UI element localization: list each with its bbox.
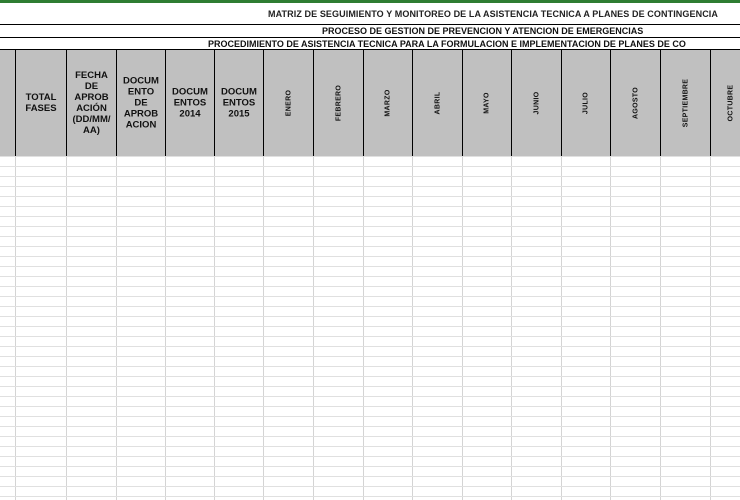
grid-row-line [0, 386, 740, 387]
header-label: JULIO [582, 91, 590, 115]
grid-row-line [0, 366, 740, 367]
procedure-subtitle: PROCEDIMIENTO DE ASISTENCIA TECNICA PARA… [208, 39, 686, 49]
header-cell[interactable]: AGOSTO [610, 50, 660, 156]
grid-row-line [0, 156, 740, 157]
header-cell[interactable]: MAYO [462, 50, 511, 156]
grid-column-line [214, 156, 215, 500]
header-cell[interactable]: TOTAL FASES [15, 50, 66, 156]
grid-column-line [363, 156, 364, 500]
grid-row-line [0, 206, 740, 207]
grid-column-line [165, 156, 166, 500]
grid-row-line [0, 416, 740, 417]
header-label: TOTAL FASES [25, 92, 57, 114]
header-label: FECHA DE APROB ACIÓN (DD/MM/ AA) [72, 70, 111, 136]
grid-row-line [0, 266, 740, 267]
grid-column-line [313, 156, 314, 500]
grid-row-line [0, 396, 740, 397]
grid-column-line [15, 156, 16, 500]
header-cell[interactable]: DOCUM ENTO DE APROB ACION [116, 50, 165, 156]
grid-column-line [660, 156, 661, 500]
grid-row-line [0, 196, 740, 197]
grid-row-line [0, 406, 740, 407]
grid-row-line [0, 246, 740, 247]
grid-column-line [511, 156, 512, 500]
grid-row-line [0, 496, 740, 497]
header-label: DOCUM ENTO DE APROB ACION [123, 75, 159, 131]
grid-row-line [0, 216, 740, 217]
grid-row-line [0, 426, 740, 427]
grid-column-line [462, 156, 463, 500]
grid-row-line [0, 436, 740, 437]
data-grid[interactable] [0, 156, 740, 500]
grid-row-line [0, 356, 740, 357]
grid-row-line [0, 456, 740, 457]
header-cell[interactable]: MARZO [363, 50, 412, 156]
header-label: DOCUM ENTOS 2015 [221, 86, 257, 120]
grid-column-line [561, 156, 562, 500]
header-cell[interactable]: FEBRERO [313, 50, 363, 156]
grid-row-line [0, 286, 740, 287]
header-cell[interactable]: ENERO [263, 50, 313, 156]
column-header-row: TOTAL FASES FECHA DE APROB ACIÓN (DD/MM/ … [0, 49, 740, 157]
grid-row-line [0, 236, 740, 237]
grid-row-line [0, 226, 740, 227]
grid-row-line [0, 466, 740, 467]
grid-row-line [0, 306, 740, 307]
header-label: DOCUM ENTOS 2014 [172, 86, 208, 120]
header-label: AGOSTO [632, 86, 639, 120]
header-label: OCTUBRE [727, 84, 734, 122]
grid-column-line [263, 156, 264, 500]
header-label: MAYO [483, 92, 491, 114]
grid-row-line [0, 276, 740, 277]
grid-row-line [0, 346, 740, 347]
grid-row-line [0, 186, 740, 187]
grid-column-line [610, 156, 611, 500]
header-cell[interactable]: ABRIL [412, 50, 462, 156]
header-cell[interactable]: DOCUM ENTOS 2015 [214, 50, 263, 156]
header-cell[interactable]: FECHA DE APROB ACIÓN (DD/MM/ AA) [66, 50, 116, 156]
grid-row-line [0, 486, 740, 487]
grid-row-line [0, 176, 740, 177]
header-label: FEBRERO [335, 84, 342, 122]
grid-row-line [0, 316, 740, 317]
header-label: MARZO [384, 89, 392, 117]
grid-column-line [412, 156, 413, 500]
grid-row-line [0, 336, 740, 337]
grid-column-line [710, 156, 711, 500]
header-label: ABRIL [434, 91, 441, 115]
grid-column-line [116, 156, 117, 500]
header-label: JUNIO [533, 91, 540, 115]
header-cell[interactable]: SEPTIEMBRE [660, 50, 710, 156]
grid-row-line [0, 326, 740, 327]
header-cell[interactable]: JULIO [561, 50, 610, 156]
grid-row-line [0, 376, 740, 377]
header-label: SEPTIEMBRE [682, 78, 689, 128]
grid-row-line [0, 296, 740, 297]
grid-column-line [66, 156, 67, 500]
grid-row-line [0, 256, 740, 257]
grid-row-line [0, 476, 740, 477]
header-cell[interactable] [0, 50, 15, 156]
process-subtitle: PROCESO DE GESTION DE PREVENCION Y ATENC… [322, 26, 644, 36]
header-cell[interactable]: JUNIO [511, 50, 561, 156]
header-label: ENERO [285, 89, 292, 117]
sheet-title: MATRIZ DE SEGUIMIENTO Y MONITOREO DE LA … [268, 9, 718, 19]
subtitle-row-1[interactable]: PROCESO DE GESTION DE PREVENCION Y ATENC… [0, 24, 740, 37]
header-cell[interactable]: DOCUM ENTOS 2014 [165, 50, 214, 156]
grid-row-line [0, 446, 740, 447]
header-cell[interactable]: OCTUBRE [710, 50, 740, 156]
title-row[interactable]: MATRIZ DE SEGUIMIENTO Y MONITOREO DE LA … [0, 3, 740, 22]
grid-row-line [0, 166, 740, 167]
